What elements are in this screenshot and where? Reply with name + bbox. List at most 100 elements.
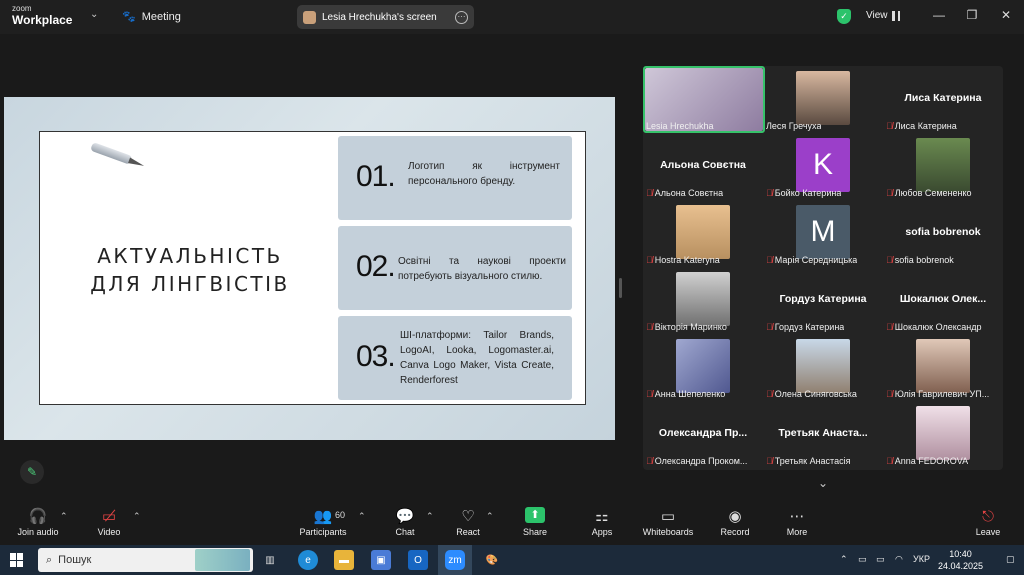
participant-avatar: M <box>796 205 850 259</box>
outlook-icon[interactable]: O <box>408 550 428 570</box>
participant-tile[interactable]: 🎙̸ Анна Шепеленко <box>643 334 763 401</box>
search-icon: ⌕ <box>46 553 53 566</box>
participant-tile[interactable]: 🎙̸ Anna FEDOROVA <box>883 401 1003 468</box>
share-button[interactable]: ⬆ Share <box>520 507 550 537</box>
audio-options-caret[interactable]: ⌃ <box>60 511 68 522</box>
participant-tile[interactable]: 🎙̸ Юлія Гаврилевич УП... <box>883 334 1003 401</box>
leave-button[interactable]: ⎋ Leave <box>974 507 1002 537</box>
screen-share-indicator[interactable]: Lesia Hrechukha's screen ··· <box>297 5 474 29</box>
share-icon: ⬆ <box>525 507 545 523</box>
mic-muted-icon: 🎙̸ <box>886 255 893 265</box>
notification-icon[interactable]: ▢ <box>1006 554 1015 565</box>
participant-tile[interactable]: Лиса Катерина 🎙̸ Лиса Катерина <box>883 66 1003 133</box>
chat-options-caret[interactable]: ⌃ <box>426 511 434 522</box>
participants-options-caret[interactable]: ⌃ <box>358 511 366 522</box>
participant-photo <box>796 339 850 393</box>
language-indicator[interactable]: УКР <box>913 554 930 564</box>
participant-tile[interactable]: 🎙̸ Любов Семененко <box>883 133 1003 200</box>
participant-tile[interactable]: K 🎙̸ Бойко Катерина <box>763 133 883 200</box>
record-button[interactable]: ◉ Record <box>719 507 751 537</box>
task-view-icon[interactable]: ▥ <box>260 550 280 570</box>
slide-card-2: 02. Освітні та наукові проекти потребуют… <box>338 226 572 310</box>
mic-muted-icon: 🎙̸ <box>886 456 893 466</box>
battery-icon[interactable]: ▭ <box>876 554 885 565</box>
participant-photo <box>916 406 970 460</box>
meeting-toolbar: 🎧 Join audio ⌃ ▭̸ Video ⌃ 👥 Participants… <box>0 500 1024 545</box>
participant-tile[interactable]: 🎙̸ Вікторія Маринко <box>643 267 763 334</box>
mic-muted-icon: 🎙̸ <box>646 322 653 332</box>
participant-tile[interactable]: Леся Гречуха <box>763 66 883 133</box>
presenter-avatar <box>303 10 316 24</box>
apps-icon: ⚏ <box>595 508 609 525</box>
whiteboard-icon: ▭ <box>660 508 676 525</box>
participant-tile[interactable]: Третьяк Анаста... 🎙̸ Третьяк Анастасія <box>763 401 883 468</box>
join-audio-button[interactable]: 🎧 Join audio <box>16 507 60 537</box>
paint-icon[interactable]: 🎨 <box>482 550 502 570</box>
chevron-down-icon[interactable]: ⌄ <box>90 9 98 20</box>
mic-muted-icon: 🎙̸ <box>766 255 773 265</box>
view-layout-icon[interactable] <box>892 11 900 21</box>
display-icon[interactable]: ▭ <box>858 554 867 565</box>
more-options-icon[interactable]: ··· <box>455 10 468 24</box>
whiteboards-button[interactable]: ▭ Whiteboards <box>640 507 696 537</box>
panel-resize-handle[interactable] <box>619 278 622 298</box>
participant-photo <box>676 205 730 259</box>
mic-muted-icon: 🎙̸ <box>886 188 893 198</box>
minimize-icon[interactable]: — <box>932 8 946 22</box>
mic-muted-icon: 🎙̸ <box>886 389 893 399</box>
zoom-app-icon[interactable]: zm <box>445 550 465 570</box>
gallery-scroll-down-icon[interactable]: ⌄ <box>818 476 828 490</box>
react-options-caret[interactable]: ⌃ <box>486 511 494 522</box>
participant-tile[interactable]: 🎙̸ Олена Синяговська <box>763 334 883 401</box>
slide-card-3: 03. ШІ-платформи: Tailor Brands, LogoAI,… <box>338 316 572 400</box>
participant-tile[interactable]: sofia bobrenok 🎙̸ sofia bobrenok <box>883 200 1003 267</box>
windows-start-icon[interactable] <box>10 553 24 567</box>
video-options-caret[interactable]: ⌃ <box>133 511 141 522</box>
react-button[interactable]: ♡ React <box>454 507 482 537</box>
edge-icon[interactable]: e <box>298 550 318 570</box>
meeting-menu[interactable]: 🐾 Meeting <box>122 10 181 24</box>
zoom-logo: zoom Workplace <box>12 4 73 27</box>
view-button[interactable]: View <box>866 10 888 21</box>
shared-screen-slide: АКТУАЛЬНІСТЬ ДЛЯ ЛІНГВІСТІВ 01. Логотип … <box>4 97 615 440</box>
participant-tile[interactable]: Шокалюк Олек... 🎙̸ Шокалюк Олександр <box>883 267 1003 334</box>
mic-muted-icon: 🎙̸ <box>886 322 893 332</box>
more-icon: ⋯ <box>789 508 805 525</box>
more-button[interactable]: ⋯ More <box>784 507 810 537</box>
tray-overflow-icon[interactable]: ⌃ <box>840 554 848 565</box>
slide-title: АКТУАЛЬНІСТЬ ДЛЯ ЛІНГВІСТІВ <box>90 244 290 296</box>
chat-icon: 💬 <box>395 508 415 525</box>
mic-muted-icon: 🎙̸ <box>646 188 653 198</box>
apps-button[interactable]: ⚏ Apps <box>588 507 616 537</box>
participant-photo <box>916 339 970 393</box>
security-shield-icon[interactable]: ✓ <box>837 9 851 24</box>
file-explorer-icon[interactable]: ▬ <box>334 550 354 570</box>
participant-tile[interactable]: Альона Совєтна 🎙̸ Альона Совєтна <box>643 133 763 200</box>
participant-tile[interactable]: Гордуз Катерина 🎙̸ Гордуз Катерина <box>763 267 883 334</box>
record-icon: ◉ <box>728 508 742 525</box>
participant-tile[interactable]: M 🎙̸ Марія Середницька <box>763 200 883 267</box>
taskbar-clock[interactable]: 10:40 24.04.2025 <box>938 548 983 572</box>
slide-frame: АКТУАЛЬНІСТЬ ДЛЯ ЛІНГВІСТІВ 01. Логотип … <box>39 131 586 405</box>
chat-button[interactable]: 💬 Chat <box>392 507 418 537</box>
slide-card-1: 01. Логотип як інструмент персонального … <box>338 136 572 220</box>
close-icon[interactable]: ✕ <box>999 8 1013 22</box>
participant-photo <box>676 272 730 326</box>
participant-photo <box>796 71 850 125</box>
mic-muted-icon: 🎙̸ <box>646 255 653 265</box>
participant-tile[interactable]: Lesia Hrechukha <box>643 66 765 133</box>
participants-count: 60 <box>335 510 346 520</box>
mic-muted-icon: 🎙̸ <box>766 456 773 466</box>
wifi-icon[interactable]: ◠ <box>895 554 903 565</box>
restore-icon[interactable]: ❐ <box>965 8 979 22</box>
annotate-pencil-icon[interactable]: ✎ <box>20 460 44 484</box>
participant-tile[interactable]: Олександра Пр... 🎙̸ Олександра Проком... <box>643 401 763 468</box>
mic-muted-icon: 🎙̸ <box>766 322 773 332</box>
participant-tile[interactable]: 🎙̸ Hostra Kateryna <box>643 200 763 267</box>
mic-muted-icon: 🎙̸ <box>766 389 773 399</box>
title-bar: zoom Workplace ⌄ 🐾 Meeting Lesia Hrechuk… <box>0 0 1024 34</box>
video-button[interactable]: ▭̸ Video <box>92 507 126 537</box>
leave-icon: ⎋ <box>982 508 994 525</box>
store-icon[interactable]: ▣ <box>371 550 391 570</box>
mic-muted-icon: 🎙̸ <box>646 389 653 399</box>
